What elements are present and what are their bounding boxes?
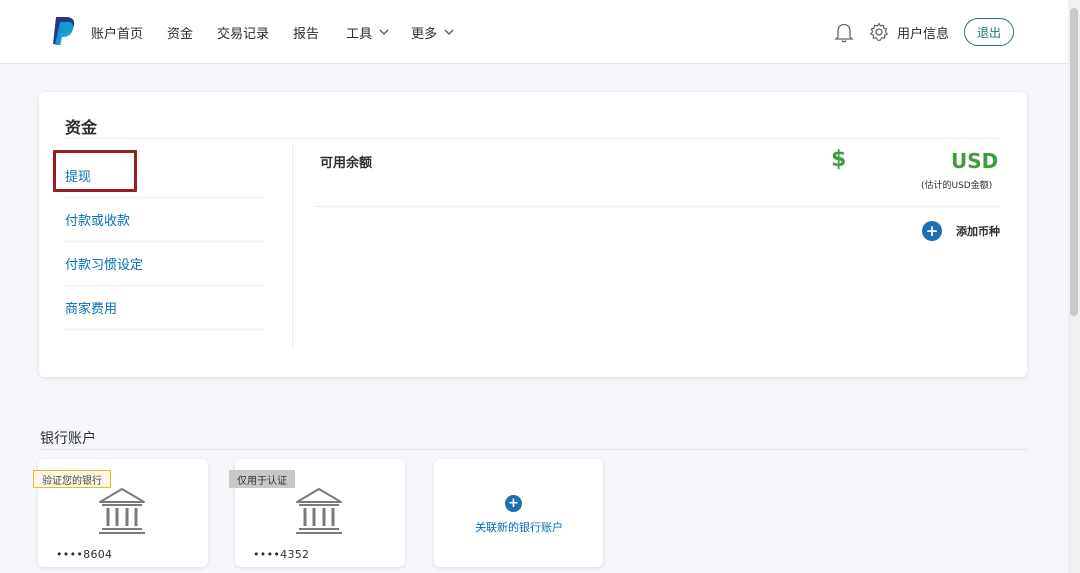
- user-info-link[interactable]: 用户信息: [897, 23, 949, 42]
- chevron-down-icon: [379, 29, 389, 35]
- menu-item-merchant-fees[interactable]: 商家费用: [65, 286, 265, 330]
- bank-building-icon: [99, 488, 145, 534]
- bank-card[interactable]: 仅用于认证 ••••4352: [229, 459, 405, 567]
- menu-item-withdraw[interactable]: 提现: [53, 150, 265, 198]
- notification-bell-icon[interactable]: [834, 21, 854, 43]
- menu-item-label: 商家费用: [65, 302, 118, 317]
- bank-building-icon: [296, 488, 342, 534]
- header-actions: 用户信息 退出: [834, 0, 1014, 64]
- estimate-note: (估计的USD金额): [921, 181, 993, 191]
- menu-item-pay-or-receive[interactable]: 付款或收款: [65, 198, 265, 242]
- paypal-logo-icon[interactable]: [51, 16, 77, 46]
- menu-item-label: 付款习惯设定: [65, 258, 144, 273]
- nav-label: 工具: [346, 26, 373, 42]
- add-currency-label: 添加币种: [956, 225, 1000, 238]
- bank-card[interactable]: 验证您的银行 ••••8604: [33, 459, 208, 567]
- nav-label: 资金: [167, 26, 194, 42]
- chevron-down-icon: [444, 29, 454, 35]
- menu-item-label: 付款或收款: [65, 214, 131, 229]
- link-new-bank-card[interactable]: + 关联新的银行账户: [434, 459, 603, 567]
- available-balance-label: 可用余额: [320, 156, 373, 171]
- bank-account-number: ••••8604: [56, 548, 113, 561]
- menu-item-payment-preferences[interactable]: 付款习惯设定: [65, 242, 265, 286]
- bank-accounts-title: 银行账户: [40, 431, 96, 447]
- nav-label: 交易记录: [217, 26, 270, 42]
- vertical-divider: [292, 144, 293, 349]
- add-currency-button[interactable]: + 添加币种: [922, 221, 1000, 241]
- funds-title: 资金: [65, 118, 98, 137]
- bank-account-number: ••••4352: [253, 548, 310, 561]
- scrollbar-thumb[interactable]: [1070, 8, 1078, 316]
- auth-only-badge: 仅用于认证: [229, 470, 295, 488]
- highlight-box: [53, 150, 137, 192]
- plus-icon: +: [922, 221, 942, 241]
- divider: [315, 206, 1000, 207]
- nav-label: 账户首页: [91, 26, 144, 42]
- logout-button[interactable]: 退出: [964, 18, 1014, 46]
- settings-gear-icon[interactable]: [869, 22, 889, 42]
- nav-tools-dropdown[interactable]: 工具: [346, 23, 389, 42]
- link-new-bank-label: 关联新的银行账户: [475, 521, 563, 534]
- funds-card: 资金 提现 付款或收款 付款习惯设定 商家费用 可用余额 $ USD (估计的U…: [39, 92, 1027, 377]
- currency-code: USD: [951, 149, 999, 173]
- plus-icon: +: [505, 495, 522, 512]
- funds-menu: 提现 付款或收款 付款习惯设定 商家费用: [53, 150, 265, 330]
- nav-funds[interactable]: 资金: [167, 23, 193, 42]
- currency-symbol: $: [831, 147, 847, 172]
- nav-reports[interactable]: 报告: [293, 23, 319, 42]
- nav-more-dropdown[interactable]: 更多: [411, 23, 454, 42]
- top-navigation-bar: 账户首页 资金 交易记录 报告 工具 更多 用户信息 退出: [0, 0, 1068, 64]
- divider: [40, 449, 1028, 450]
- main-nav: 账户首页 资金 交易记录 报告 工具 更多: [91, 0, 478, 64]
- nav-account-home[interactable]: 账户首页: [91, 23, 143, 42]
- divider: [65, 138, 1000, 139]
- nav-label: 报告: [293, 26, 320, 42]
- nav-transactions[interactable]: 交易记录: [217, 23, 269, 42]
- nav-label: 更多: [411, 26, 438, 42]
